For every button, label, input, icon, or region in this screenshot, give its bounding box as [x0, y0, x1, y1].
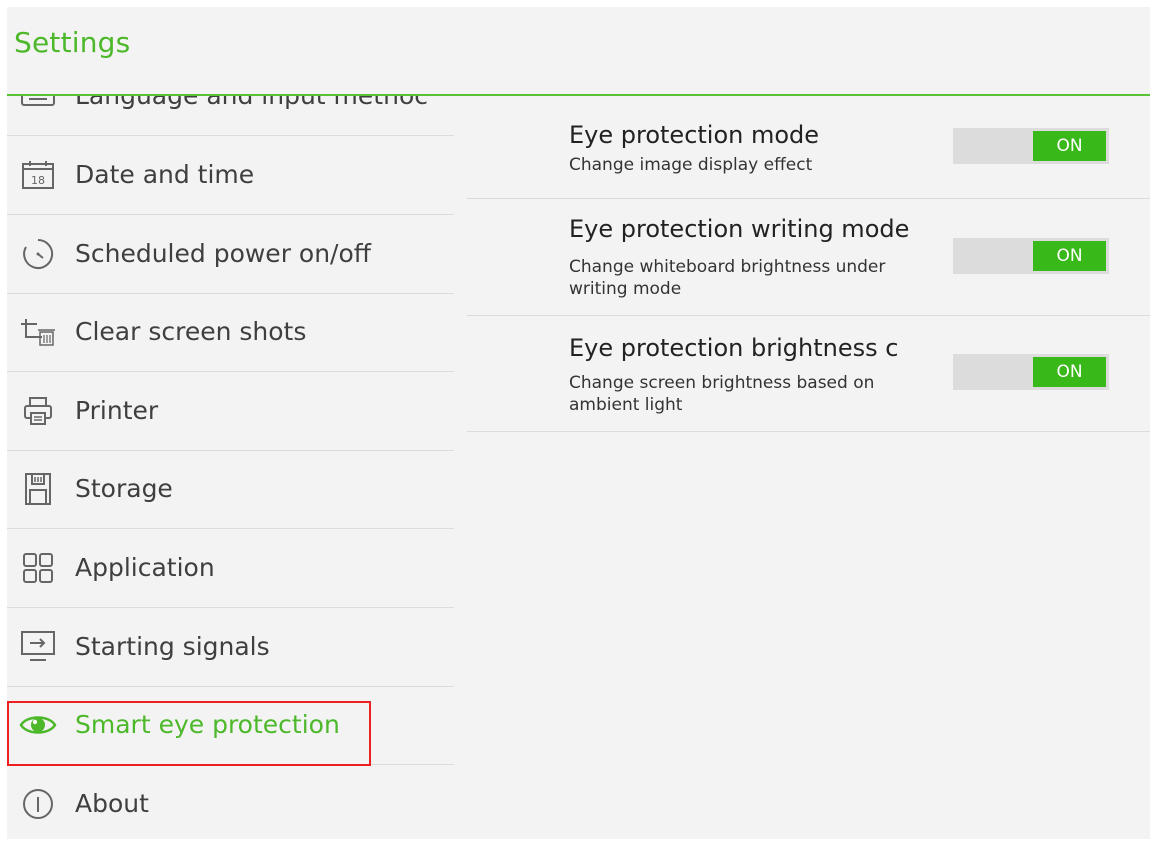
sidebar-item-application[interactable]: Application: [7, 529, 454, 608]
sd-card-icon: [19, 450, 57, 528]
setting-brightness-control: Eye protection brightness c Change scree…: [467, 316, 1150, 432]
timer-icon: [19, 215, 57, 293]
sidebar-item-label: Starting signals: [75, 632, 270, 661]
toggle-on-label: ON: [1033, 131, 1106, 161]
printer-icon: [19, 372, 57, 450]
input-source-icon: [19, 608, 57, 686]
sidebar-item-label: Clear screen shots: [75, 317, 307, 346]
sidebar-item-label: Scheduled power on/off: [75, 239, 371, 268]
settings-sidebar: Language and input methoc 18 Date and ti…: [7, 96, 454, 839]
sidebar-item-label: Printer: [75, 396, 159, 425]
sidebar-item-date-time[interactable]: 18 Date and time: [7, 136, 454, 215]
svg-text:18: 18: [31, 174, 45, 187]
eye-protection-mode-toggle[interactable]: ON: [953, 128, 1109, 164]
sidebar-item-clear-screenshots[interactable]: Clear screen shots: [7, 293, 454, 372]
sidebar-item-label: Date and time: [75, 160, 255, 189]
sidebar-item-label: Storage: [75, 474, 173, 503]
setting-description: Change image display effect: [569, 155, 813, 175]
page-title: Settings: [14, 26, 131, 59]
brightness-control-toggle[interactable]: ON: [953, 354, 1109, 390]
settings-content: Eye protection mode Change image display…: [467, 96, 1150, 841]
sidebar-item-storage[interactable]: Storage: [7, 450, 454, 529]
writing-mode-toggle[interactable]: ON: [953, 238, 1109, 274]
sidebar-item-language[interactable]: Language and input methoc: [7, 96, 454, 136]
sidebar-item-about[interactable]: About: [7, 765, 454, 839]
sidebar-item-printer[interactable]: Printer: [7, 372, 454, 451]
calendar-icon: 18: [19, 136, 57, 214]
sidebar-item-starting-signals[interactable]: Starting signals: [7, 608, 454, 687]
toggle-on-label: ON: [1033, 241, 1106, 271]
setting-description: Change screen brightness based on ambien…: [569, 373, 875, 415]
setting-eye-protection-mode: Eye protection mode Change image display…: [467, 96, 1150, 199]
settings-window: Settings Language and input methoc 18 Da…: [7, 7, 1150, 839]
keyboard-icon: [19, 96, 57, 135]
selection-highlight: [7, 701, 371, 766]
setting-description: Change whiteboard brightness under writi…: [569, 257, 886, 299]
info-icon: [19, 765, 57, 839]
sidebar-item-label: About: [75, 789, 149, 818]
setting-writing-mode: Eye protection writing mode Change white…: [467, 199, 1150, 316]
setting-title: Eye protection brightness c: [569, 334, 899, 362]
app-header: Settings: [7, 7, 1150, 96]
toggle-on-label: ON: [1033, 357, 1106, 387]
apps-grid-icon: [19, 529, 57, 607]
sidebar-item-label: Application: [75, 553, 215, 582]
sidebar-item-scheduled-power[interactable]: Scheduled power on/off: [7, 215, 454, 294]
setting-title: Eye protection writing mode: [569, 215, 910, 243]
setting-title: Eye protection mode: [569, 121, 820, 149]
crop-trash-icon: [19, 293, 57, 371]
sidebar-item-label: Language and input methoc: [75, 96, 435, 135]
